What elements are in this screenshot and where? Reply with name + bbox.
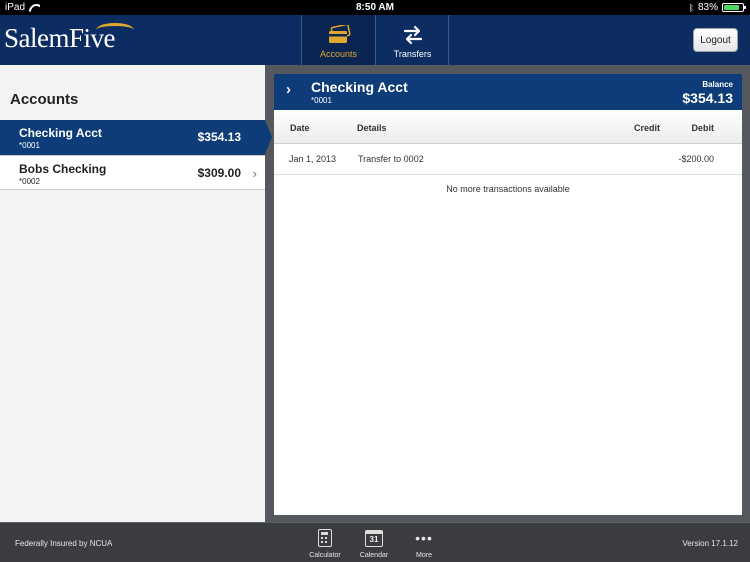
transaction-date: Jan 1, 2013 [289, 154, 337, 164]
status-bar: iPad 8:50 AM ᛒ 83% [0, 0, 750, 15]
version-text: Version 17.1.12 [682, 539, 738, 548]
account-name: Bobs Checking [19, 162, 107, 176]
calendar-label: Calendar [359, 552, 389, 559]
transactions-column-headers: Date Details Credit Debit [274, 110, 742, 144]
column-details: Details [357, 123, 387, 133]
transaction-debit: -$200.00 [678, 154, 714, 164]
more-dots-icon: ••• [415, 530, 433, 546]
calendar-icon: 31 [365, 529, 383, 547]
account-name: Checking Acct [19, 126, 102, 140]
selection-pointer-icon [265, 120, 272, 154]
detail-account-name: Checking Acct [311, 79, 408, 95]
chevron-right-icon: › [252, 166, 257, 181]
tab-transfers[interactable]: Transfers [376, 15, 449, 65]
account-row-checking-acct[interactable]: Checking Acct *0001 $354.13 [0, 120, 272, 155]
account-number: *0002 [19, 177, 40, 186]
status-time: 8:50 AM [356, 2, 394, 13]
transfer-arrows-icon [403, 25, 422, 45]
balance-label: Balance [702, 80, 733, 89]
column-credit: Credit [633, 123, 660, 133]
card-icon [328, 25, 351, 43]
column-debit: Debit [691, 123, 715, 133]
calendar-button[interactable]: 31 Calendar [354, 527, 394, 559]
transaction-row[interactable]: Jan 1, 2013 Transfer to 0002 -$200.00 [274, 144, 742, 175]
more-button[interactable]: ••• More [404, 527, 444, 559]
tab-accounts[interactable]: Accounts [302, 15, 375, 65]
transaction-details: Transfer to 0002 [358, 154, 424, 164]
detail-account-number: *0001 [311, 96, 332, 105]
tab-accounts-label: Accounts [319, 49, 358, 59]
no-more-transactions-message: No more transactions available [446, 184, 570, 194]
account-balance: $309.00 [197, 166, 241, 180]
logo-swoosh-icon [96, 23, 134, 37]
app-header: SalemFive Accounts Transfers Logout [0, 15, 750, 65]
status-right: ᛒ 83% [688, 2, 746, 13]
insured-text: Federally Insured by NCUA [15, 539, 113, 548]
account-row-bobs-checking[interactable]: Bobs Checking *0002 $309.00 › [0, 155, 265, 190]
battery-percent: 83% [697, 2, 718, 13]
more-label: More [416, 552, 432, 559]
calculator-icon [318, 529, 332, 547]
tab-transfers-label: Transfers [393, 49, 432, 59]
account-balance: $354.13 [197, 130, 241, 144]
balance-value: $354.13 [682, 90, 733, 106]
column-date: Date [290, 123, 310, 133]
accounts-panel: Accounts Checking Acct *0001 $354.13 Bob… [0, 65, 272, 522]
chevron-right-icon: › [286, 81, 291, 98]
nav-divider [448, 15, 449, 65]
account-detail-panel: › Checking Acct *0001 Balance $354.13 Da… [274, 74, 742, 515]
bluetooth-icon: ᛒ [688, 2, 694, 13]
battery-fill [724, 5, 739, 10]
account-detail-header[interactable]: › Checking Acct *0001 Balance $354.13 [274, 74, 742, 110]
calculator-button[interactable]: Calculator [305, 527, 345, 559]
calculator-label: Calculator [309, 552, 341, 559]
logout-button[interactable]: Logout [693, 28, 738, 52]
battery-icon [722, 3, 746, 12]
account-number: *0001 [19, 141, 40, 150]
accounts-panel-title: Accounts [10, 91, 79, 108]
app-footer: Federally Insured by NCUA Calculator 31 … [0, 522, 750, 562]
